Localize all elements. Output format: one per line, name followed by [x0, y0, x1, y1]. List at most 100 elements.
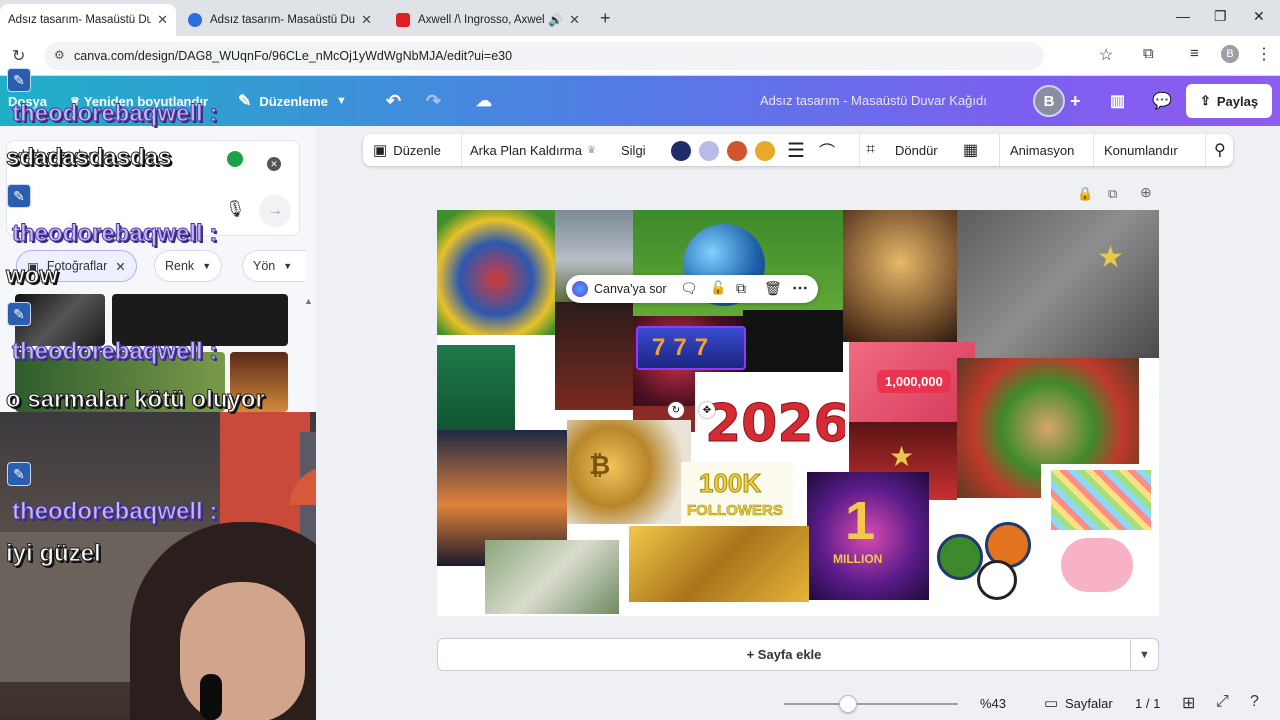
design-canvas[interactable]: ★ 1,000,000 2026 ★ ₿ 100K FOLLOWERS 1 MI… — [437, 210, 1159, 616]
collage-image-brain-handprints[interactable] — [1041, 464, 1159, 614]
chip-label: Yön — [253, 259, 276, 273]
collage-image-stairs-star[interactable]: ★ — [957, 210, 1159, 358]
redo-icon[interactable]: ↷ — [426, 76, 441, 126]
reload-icon[interactable]: ↻ — [12, 46, 25, 66]
document-title[interactable]: Adsız tasarım - Masaüstü Duvar Kağıdı — [760, 93, 987, 108]
close-icon[interactable]: ✕ — [115, 259, 125, 274]
menu-dots-icon[interactable]: ⋮ — [1256, 44, 1272, 64]
rotate-handle-icon[interactable]: ↻ — [668, 402, 684, 418]
move-handle-icon[interactable]: ✥ — [699, 402, 715, 418]
share-button[interactable]: ⇪ Paylaş — [1186, 84, 1272, 118]
eraser-button[interactable]: Silgi — [621, 134, 646, 166]
browser-tab-3[interactable]: Axwell /\ Ingrosso, Axwell, S 🔊 ✕ — [388, 4, 588, 36]
tab-title: Adsız tasarım- Masaüstü Duvar — [210, 14, 356, 26]
add-collaborator-icon[interactable]: + — [1070, 76, 1081, 126]
crop-icon[interactable]: ⌗ — [859, 134, 875, 166]
grid-view-icon[interactable]: ⊞ — [1182, 693, 1195, 713]
corner-rounding-icon[interactable]: ⌒ — [819, 134, 835, 166]
position-button[interactable]: Konumlandır — [1093, 134, 1178, 166]
cloud-saved-icon[interactable]: ☁ — [476, 76, 492, 126]
fullscreen-icon[interactable]: ⤢ — [1216, 693, 1229, 711]
submit-arrow-icon[interactable]: → — [259, 195, 291, 227]
comment-icon[interactable]: 💬 — [1152, 76, 1172, 126]
minimize-icon[interactable]: — — [1176, 8, 1190, 24]
duplicate-icon[interactable]: ⧉ — [736, 280, 746, 297]
edit-mode-menu[interactable]: ✎ Düzenleme ▼ — [238, 76, 347, 126]
collage-image-2026[interactable]: 2026 — [695, 372, 845, 472]
chat-badge-icon: ✎ — [7, 68, 31, 92]
million-number: 1 — [845, 491, 876, 551]
insights-chart-icon[interactable]: ▥ — [1110, 76, 1125, 126]
star-icon: ★ — [889, 441, 915, 472]
chat-username: theodorebaqwell : — [11, 220, 218, 248]
edit-image-button[interactable]: ▣ Düzenle — [373, 134, 441, 166]
url-field[interactable]: ⚙ canva.com/design/DAG8_WUqnFo/96CLe_nMc… — [44, 42, 1044, 70]
zoom-slider-track[interactable] — [784, 703, 958, 705]
pages-icon: ▭ — [1044, 695, 1059, 712]
paint-format-icon[interactable]: ⚲ — [1205, 134, 1226, 166]
color-swatch[interactable] — [671, 141, 691, 161]
bg-remover-button[interactable]: Arka Plan Kaldırma ♛ — [461, 134, 596, 166]
edit-mode-label: Düzenleme — [259, 93, 329, 109]
rotate-button[interactable]: Döndür — [895, 134, 938, 166]
color-swatch[interactable] — [755, 141, 775, 161]
panel-scrollbar[interactable]: ▲ — [304, 296, 313, 414]
followers-text: FOLLOWERS — [687, 502, 783, 520]
microphone-icon[interactable]: 🎙 — [225, 199, 245, 219]
scroll-up-icon[interactable]: ▲ — [304, 296, 313, 306]
close-icon[interactable]: ✕ — [361, 12, 372, 28]
undo-icon[interactable]: ↶ — [386, 76, 401, 126]
trash-icon[interactable]: 🗑 — [764, 280, 782, 297]
transparency-icon[interactable]: ▦ — [963, 134, 978, 166]
duplicate-page-icon[interactable]: ⧉ — [1108, 186, 1117, 202]
browser-tab-2[interactable]: Adsız tasarım- Masaüstü Duvar ✕ — [180, 4, 380, 36]
border-style-icon[interactable]: ☰ — [787, 134, 805, 166]
filter-chip-color[interactable]: Renk ▼ — [154, 250, 223, 282]
lock-icon[interactable]: 🔒 — [1077, 186, 1093, 202]
collage-image-1-million[interactable]: 1 MILLION — [807, 472, 929, 600]
filter-chip-orientation[interactable]: Yön ▼ — [242, 250, 306, 282]
color-swatch[interactable] — [699, 141, 719, 161]
chat-badge-icon: ✎ — [7, 462, 31, 486]
close-icon[interactable]: ✕ — [569, 12, 580, 28]
clear-search-icon[interactable]: ✕ — [267, 157, 281, 171]
add-page-dropdown[interactable]: ▼ — [1131, 638, 1159, 671]
ask-canva-button[interactable]: Canva'ya sor — [594, 282, 667, 296]
collage-image-clapper[interactable] — [555, 302, 633, 410]
add-page-icon[interactable]: ⊕ — [1140, 184, 1152, 201]
bookmark-star-icon[interactable]: ☆ — [1099, 45, 1113, 65]
collage-image-gold-bars[interactable] — [629, 526, 809, 602]
more-options-icon[interactable]: ⋯ — [792, 278, 808, 298]
lock-icon[interactable]: 🔓 — [710, 280, 726, 296]
browser-tab-1[interactable]: Adsız tasarım- Masaüstü Duvar ✕ — [0, 4, 176, 36]
close-icon[interactable]: ✕ — [157, 12, 168, 28]
help-icon[interactable]: ? — [1250, 693, 1259, 711]
profile-avatar[interactable]: B — [1221, 45, 1239, 63]
restore-icon[interactable]: ❐ — [1214, 8, 1227, 25]
chat-badge-icon: ✎ — [7, 302, 31, 326]
zoom-slider-thumb[interactable] — [839, 695, 858, 713]
animate-button[interactable]: Animasyon — [999, 134, 1074, 166]
media-control-icon[interactable]: ≡ — [1190, 45, 1199, 62]
comment-add-icon[interactable]: 🗨 — [680, 280, 698, 297]
pages-button[interactable]: Sayfalar — [1065, 696, 1113, 711]
site-info-icon[interactable]: ⚙ — [54, 48, 65, 62]
collage-image-100k-followers[interactable]: 100K FOLLOWERS — [681, 462, 793, 532]
collage-image-bitcoin[interactable]: ₿ — [567, 420, 691, 524]
zoom-percentage[interactable]: %43 — [980, 696, 1006, 711]
add-page-button[interactable]: + Sayfa ekle — [437, 638, 1131, 671]
collage-image-sports-balls[interactable] — [929, 500, 1041, 610]
selected-slot-machine-element[interactable]: 777 — [636, 326, 746, 370]
chevron-down-icon: ▼ — [336, 95, 347, 107]
window-close-icon[interactable]: ✕ — [1253, 8, 1265, 25]
collage-image-champagne[interactable] — [843, 210, 957, 342]
collage-image-cash-stacks[interactable] — [485, 540, 619, 614]
collage-image-fruits-globe[interactable] — [437, 210, 555, 335]
person-face-shape — [180, 582, 305, 720]
chevron-down-icon: ▼ — [283, 261, 293, 271]
speaker-icon[interactable]: 🔊 — [548, 13, 563, 27]
new-tab-button[interactable]: + — [600, 8, 611, 29]
color-swatch[interactable] — [727, 141, 747, 161]
user-avatar[interactable]: B — [1033, 85, 1065, 117]
extensions-icon[interactable]: ⧉ — [1143, 45, 1154, 62]
